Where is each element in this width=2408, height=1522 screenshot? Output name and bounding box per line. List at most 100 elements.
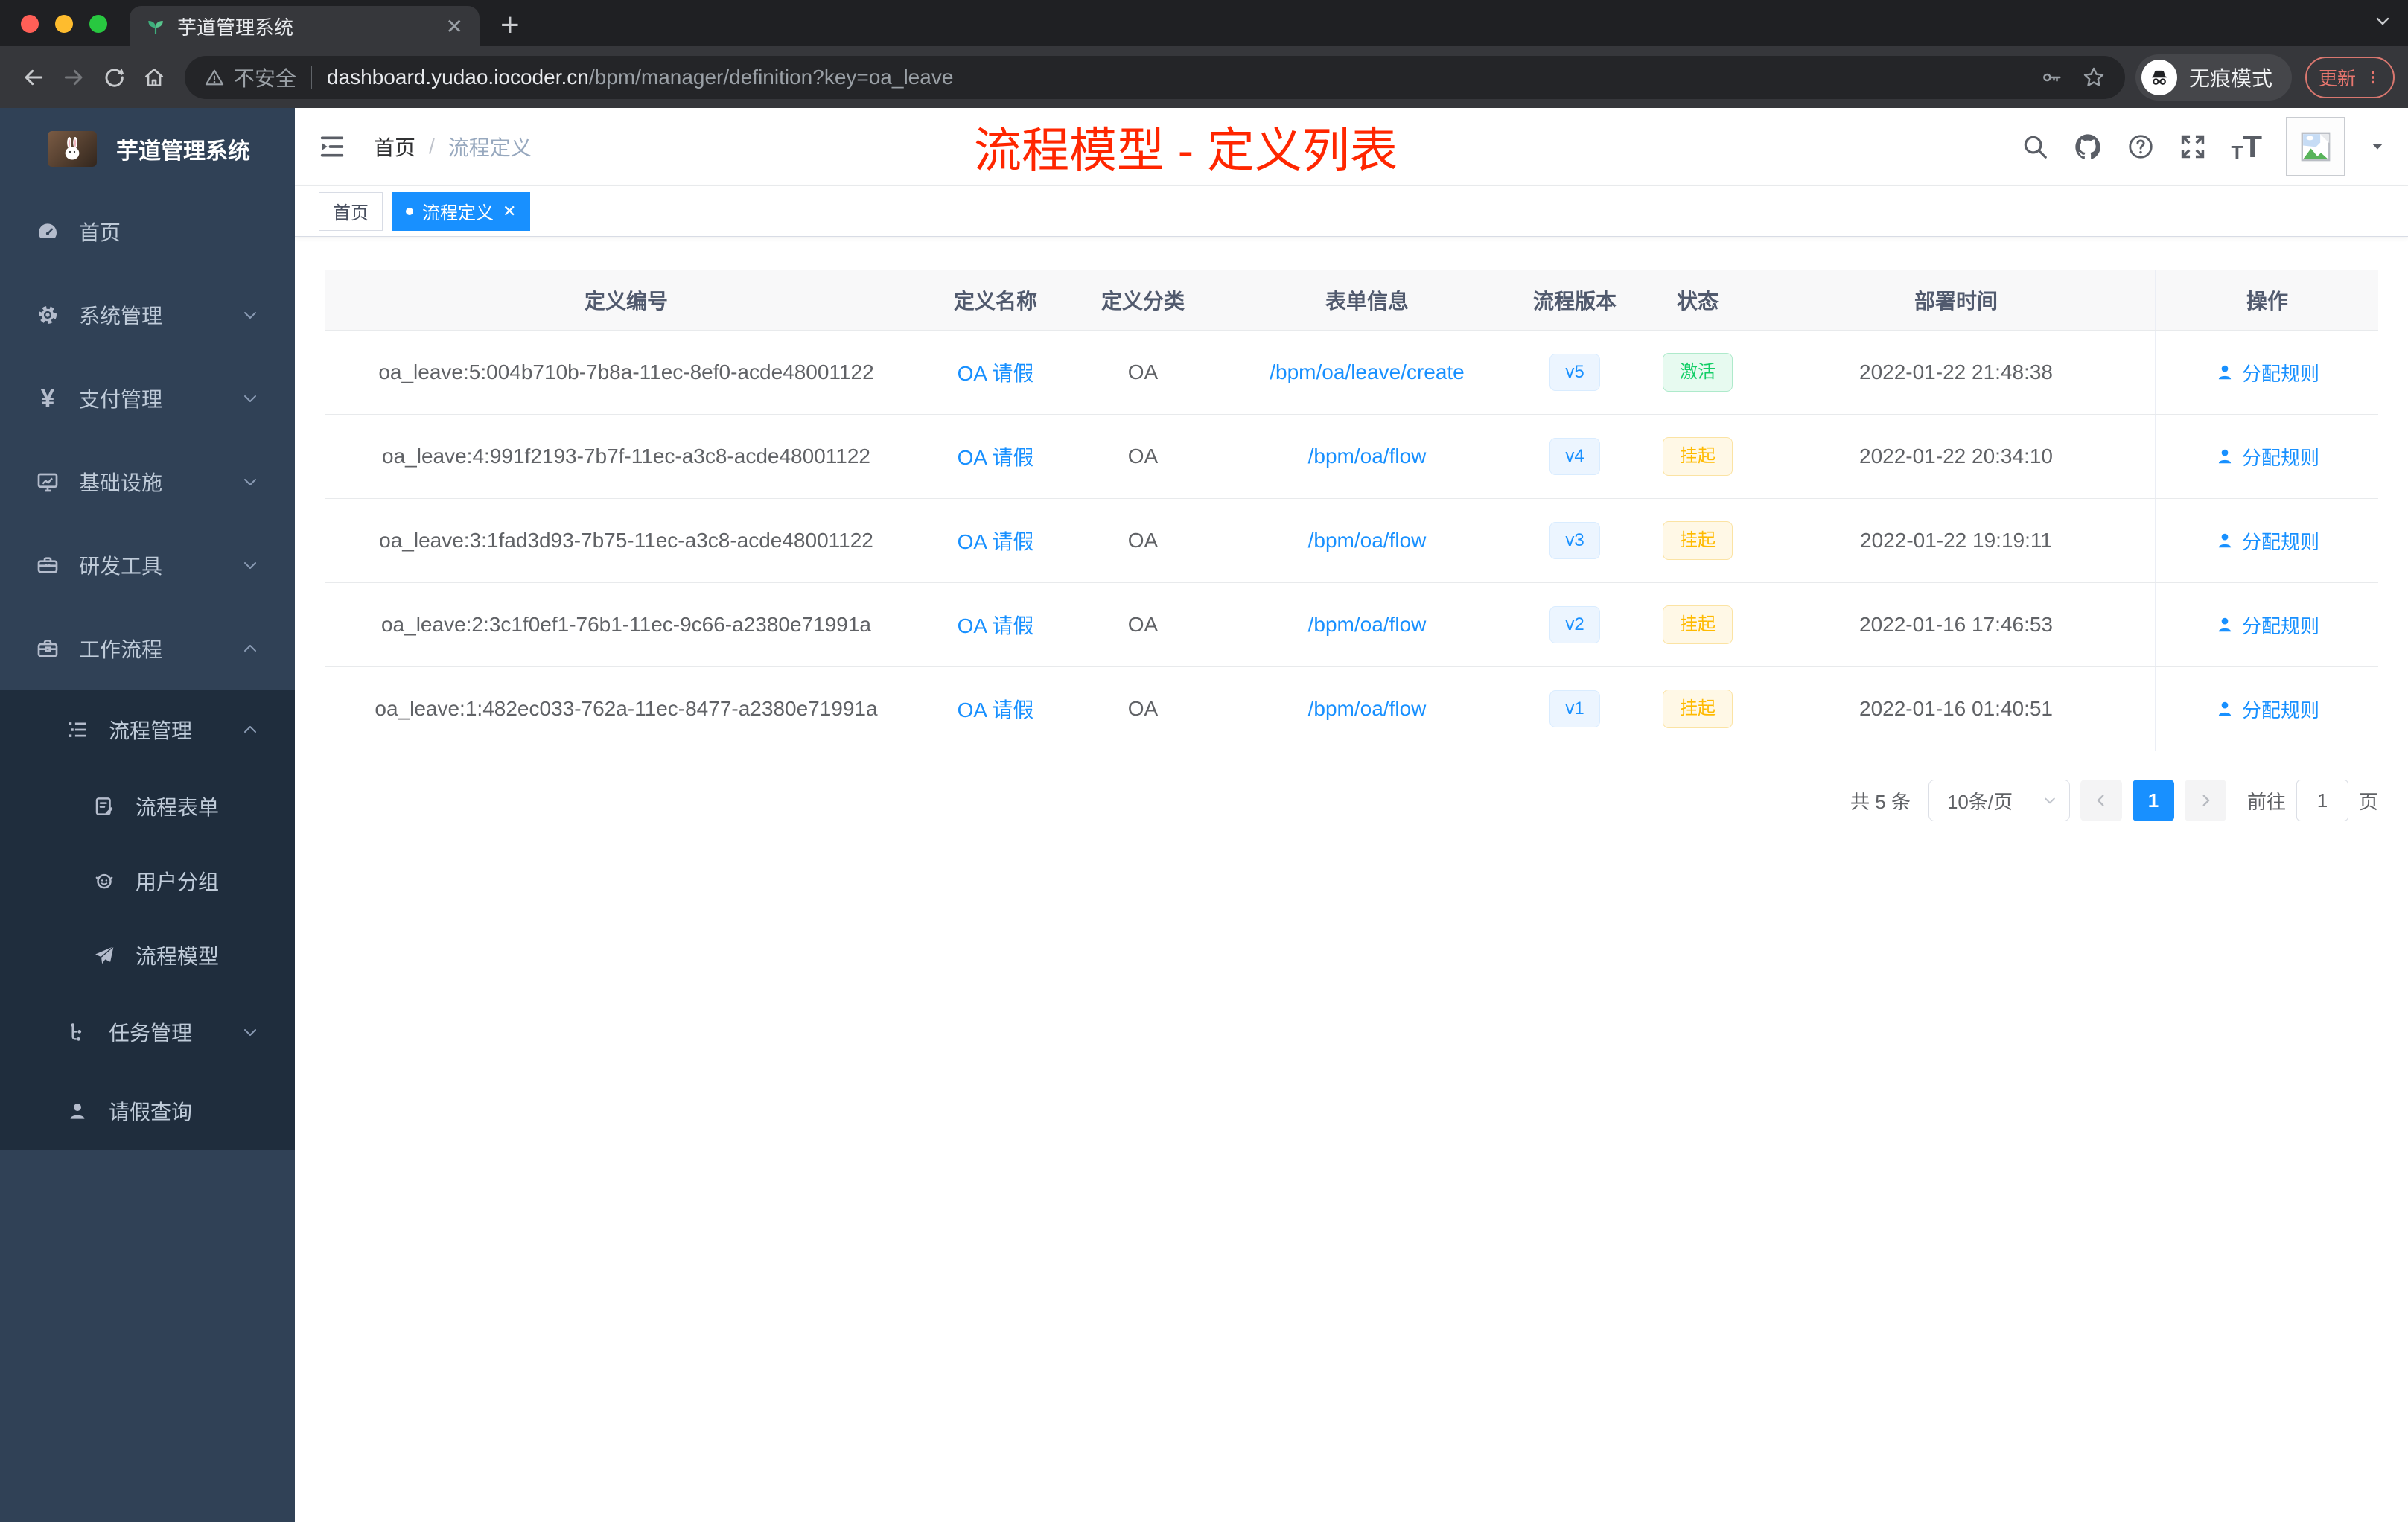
fullscreen-icon[interactable]	[2179, 133, 2207, 161]
home-button[interactable]	[134, 57, 174, 98]
col-header: 定义编号	[584, 289, 668, 313]
chevron-down-icon	[241, 389, 259, 407]
definition-name-link[interactable]: OA 请假	[958, 694, 1034, 724]
breadcrumb-separator: /	[429, 135, 435, 158]
sidebar-item-label: 基础设施	[79, 471, 163, 494]
paper-plane-icon	[92, 943, 116, 967]
col-header: 定义分类	[1101, 289, 1185, 313]
sidebar-item-process-form[interactable]: 流程表单	[0, 769, 295, 844]
update-label: 更新	[2318, 68, 2356, 89]
sidebar-item-task-management[interactable]: 任务管理	[0, 993, 295, 1072]
sidebar-item-leave-query[interactable]: 请假查询	[0, 1072, 295, 1150]
workflow-submenu: 流程管理 流程表单 用户分组 流程模型 任务管理 请假查询	[0, 690, 295, 1150]
reload-button[interactable]	[94, 57, 134, 98]
col-header: 流程版本	[1532, 289, 1617, 313]
page-size-select[interactable]: 10条/页	[1928, 780, 2070, 821]
assign-rule-link[interactable]: 分配规则	[2215, 611, 2319, 639]
cell-deploy-time: 2022-01-16 01:40:51	[1859, 697, 2053, 720]
tag-close-icon[interactable]: ✕	[503, 203, 516, 220]
cell-deploy-time: 2022-01-16 17:46:53	[1859, 613, 2053, 636]
definition-name-link[interactable]: OA 请假	[958, 610, 1034, 640]
cell-definition-id: oa_leave:4:991f2193-7b7f-11ec-a3c8-acde4…	[382, 445, 870, 468]
form-link[interactable]: /bpm/oa/flow	[1308, 445, 1427, 468]
sidebar-item-infrastructure[interactable]: 基础设施	[0, 440, 295, 523]
tag-label: 首页	[333, 203, 369, 223]
security-label[interactable]: 不安全	[234, 63, 296, 92]
sidebar-item-label: 用户分组	[136, 870, 220, 894]
sidebar-logo[interactable]: 芋道管理系统	[0, 108, 295, 190]
next-page-button[interactable]	[2184, 780, 2226, 821]
github-icon[interactable]	[2073, 132, 2103, 162]
window-zoom-button[interactable]	[89, 15, 107, 33]
search-icon[interactable]	[2021, 133, 2049, 161]
window-controls[interactable]	[21, 15, 107, 33]
window-close-button[interactable]	[21, 15, 39, 33]
sidebar-item-workflow[interactable]: 工作流程	[0, 607, 295, 690]
breadcrumb-home[interactable]: 首页	[374, 132, 415, 162]
sidebar-item-label: 研发工具	[79, 555, 163, 578]
form-link[interactable]: /bpm/oa/flow	[1308, 613, 1427, 637]
person-icon	[2218, 365, 2232, 380]
version-tag: v3	[1549, 522, 1600, 559]
forward-button[interactable]	[54, 57, 94, 98]
sidebar-item-dev-tools[interactable]: 研发工具	[0, 523, 295, 607]
breadcrumb-current: 流程定义	[447, 136, 532, 159]
url-divider	[311, 66, 313, 89]
update-button[interactable]: 更新	[2305, 56, 2395, 98]
url-bar[interactable]: 不安全 dashboard.yudao.iocoder.cn/bpm/manag…	[185, 55, 2125, 99]
sidebar-item-payment[interactable]: ¥ 支付管理	[0, 357, 295, 440]
back-button[interactable]	[13, 57, 54, 98]
assign-rule-link[interactable]: 分配规则	[2215, 527, 2319, 555]
sidebar-item-label: 系统管理	[79, 305, 163, 328]
tag-home[interactable]: 首页	[319, 191, 383, 231]
favicon-seedling-icon	[146, 16, 165, 36]
bookmark-star-icon[interactable]	[2082, 66, 2106, 89]
assign-rule-link[interactable]: 分配规则	[2215, 695, 2319, 723]
tab-search-chevron-icon[interactable]	[2374, 12, 2392, 30]
avatar[interactable]	[2286, 117, 2345, 176]
sidebar-item-system[interactable]: 系统管理	[0, 273, 295, 357]
tag-process-definition[interactable]: 流程定义 ✕	[392, 191, 531, 231]
sidebar-toggle-button[interactable]	[317, 132, 347, 162]
sidebar-item-label: 流程表单	[136, 796, 220, 819]
definition-name-link[interactable]: OA 请假	[958, 357, 1034, 387]
form-link[interactable]: /bpm/oa/leave/create	[1270, 360, 1465, 384]
new-tab-button[interactable]: +	[500, 9, 520, 42]
pagination: 共 5 条 10条/页 1 前往 1 页	[325, 780, 2378, 821]
sidebar-item-user-group[interactable]: 用户分组	[0, 844, 295, 918]
chevron-left-icon	[2097, 795, 2104, 806]
prev-page-button[interactable]	[2080, 780, 2122, 821]
form-link[interactable]: /bpm/oa/flow	[1308, 529, 1427, 553]
sidebar-item-process-management[interactable]: 流程管理	[0, 690, 295, 769]
browser-tab-title: 芋道管理系统	[177, 16, 294, 39]
tag-label: 流程定义	[422, 203, 494, 223]
cell-deploy-time: 2022-01-22 19:19:11	[1860, 529, 2052, 552]
assign-rule-link[interactable]: 分配规则	[2215, 359, 2319, 386]
current-page-button[interactable]: 1	[2132, 780, 2174, 821]
logo-avatar	[48, 131, 97, 167]
avatar-caret-icon[interactable]	[2369, 138, 2386, 155]
form-doc-icon	[92, 795, 116, 818]
sidebar-item-home[interactable]: 首页	[0, 190, 295, 273]
assign-rule-label: 分配规则	[2241, 530, 2319, 553]
browser-tabstrip: 芋道管理系统 ✕ +	[0, 0, 2408, 46]
chevron-down-icon	[241, 306, 259, 324]
font-size-icon[interactable]: TT	[2231, 131, 2262, 163]
assign-rule-link[interactable]: 分配规则	[2215, 443, 2319, 471]
url-text[interactable]: dashboard.yudao.iocoder.cn/bpm/manager/d…	[327, 66, 953, 89]
sidebar-item-label: 首页	[79, 221, 121, 244]
form-link[interactable]: /bpm/oa/flow	[1308, 697, 1427, 721]
help-icon[interactable]	[2127, 133, 2155, 161]
goto-page-input[interactable]: 1	[2296, 780, 2348, 821]
col-header: 部署时间	[1914, 289, 1998, 313]
definition-name-link[interactable]: OA 请假	[958, 526, 1034, 555]
password-key-icon[interactable]	[2040, 66, 2063, 89]
cell-definition-id: oa_leave:5:004b710b-7b8a-11ec-8ef0-acde4…	[378, 360, 874, 383]
sidebar-item-process-model[interactable]: 流程模型	[0, 918, 295, 993]
window-minimize-button[interactable]	[55, 15, 73, 33]
table-row: oa_leave:3:1fad3d93-7b75-11ec-a3c8-acde4…	[325, 499, 2378, 583]
chevron-up-icon	[241, 640, 259, 657]
definition-name-link[interactable]: OA 请假	[958, 442, 1034, 471]
browser-tab[interactable]: 芋道管理系统 ✕	[130, 6, 480, 46]
tab-close-icon[interactable]: ✕	[446, 14, 463, 39]
